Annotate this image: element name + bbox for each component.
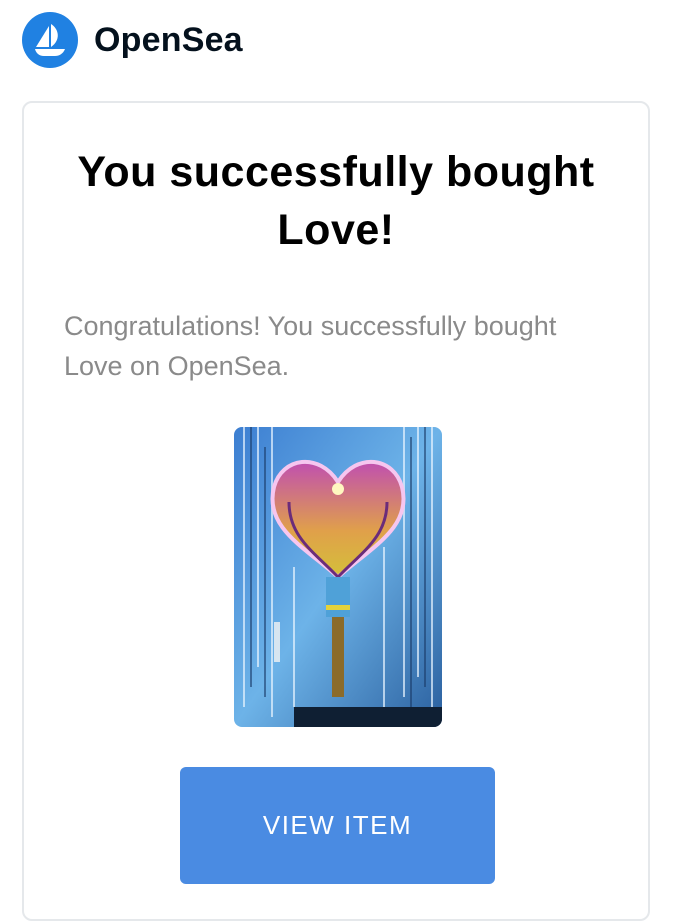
page-title: You successfully bought Love! (24, 143, 648, 259)
brand-name[interactable]: OpenSea (94, 21, 243, 60)
title-text: You successfully bought Love! (77, 148, 595, 254)
opensea-logo-icon[interactable] (22, 12, 78, 68)
congratulations-message: Congratulations! You successfully bought… (64, 311, 557, 381)
view-item-button[interactable]: VIEW ITEM (180, 767, 495, 884)
header: OpenSea (22, 12, 243, 68)
nft-artwork-image[interactable] (234, 427, 442, 727)
purchase-confirmation-card: You successfully bought Love! Congratula… (22, 101, 650, 921)
